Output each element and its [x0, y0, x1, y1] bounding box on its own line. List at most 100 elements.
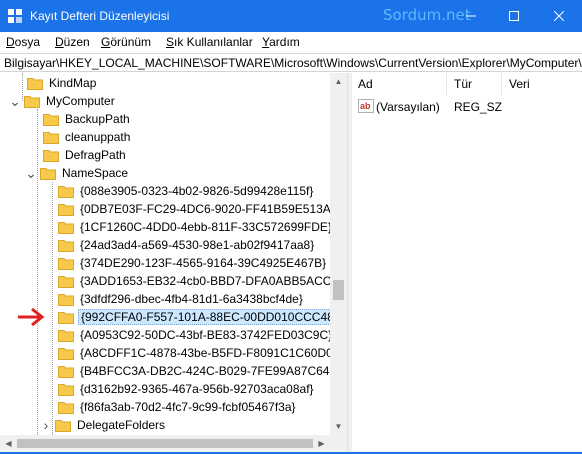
folder-icon [43, 131, 59, 144]
scroll-right-arrow-icon[interactable]: ▶ [313, 435, 330, 452]
folder-icon [24, 95, 40, 108]
folder-icon [58, 401, 74, 414]
scroll-thumb[interactable] [333, 280, 344, 300]
tree-item-label: {B4BFCC3A-DB2C-424C-B029-7FE99A87C641} [80, 364, 330, 378]
close-icon [554, 11, 564, 21]
svg-text:ab: ab [360, 101, 371, 111]
chevron-right-icon[interactable]: › [41, 418, 51, 432]
registry-editor-icon [8, 9, 22, 23]
tree-item[interactable]: ⌄ NameSpace [25, 164, 130, 182]
tree-item[interactable]: {088e3905-0323-4b02-9826-5d99428e115f} [58, 182, 315, 200]
tree-item[interactable]: {B4BFCC3A-DB2C-424C-B029-7FE99A87C641} [58, 362, 330, 380]
tree-item[interactable]: {1CF1260C-4DD0-4ebb-811F-33C572699FDE} [58, 218, 330, 236]
address-path: Bilgisayar\HKEY_LOCAL_MACHINE\SOFTWARE\M… [4, 56, 582, 70]
minimize-button[interactable] [448, 0, 494, 32]
tree-item-label: {A8CDFF1C-4878-43be-B5FD-F8091C1C60D0} [80, 346, 330, 360]
tree-item[interactable]: {992CFFA0-F557-101A-88EC-00DD010CCC48} [58, 308, 330, 326]
tree-item-label: NameSpace [62, 166, 129, 180]
tree-item[interactable]: {24ad3ad4-a569-4530-98e1-ab02f9417aa8} [58, 236, 316, 254]
folder-icon [58, 221, 74, 234]
close-button[interactable] [536, 0, 582, 32]
column-header-name[interactable]: Ad [352, 73, 447, 95]
menu-yardim[interactable]: Yardım [262, 35, 300, 49]
tree-horizontal-scrollbar[interactable]: ◀ ▶ [0, 435, 347, 452]
menu-bar: Dosya Düzen Görünüm Sık Kullanılanlar Ya… [0, 32, 582, 52]
scroll-left-arrow-icon[interactable]: ◀ [0, 435, 17, 452]
tree-item-label: BackupPath [65, 112, 130, 126]
column-header-data[interactable]: Veri [503, 73, 582, 95]
tree-item[interactable]: cleanuppath [43, 128, 132, 146]
folder-icon [58, 203, 74, 216]
red-arrow-pointer [18, 307, 45, 327]
tree-guide [52, 182, 53, 435]
tree-item-label: {992CFFA0-F557-101A-88EC-00DD010CCC48} [78, 309, 330, 325]
folder-icon [58, 329, 74, 342]
tree-item[interactable]: ⌄ MyComputer [9, 92, 117, 110]
tree-item[interactable]: {3dfdf296-dbec-4fb4-81d1-6a3438bcf4de} [58, 290, 305, 308]
folder-icon [58, 275, 74, 288]
tree-item-label: {1CF1260C-4DD0-4ebb-811F-33C572699FDE} [80, 220, 330, 234]
tree-item-label: {f86fa3ab-70d2-4fc7-9c99-fcbf05467f3a} [80, 400, 296, 414]
folder-icon [58, 257, 74, 270]
tree-item[interactable]: {d3162b92-9365-467a-956b-92703aca08af} [58, 380, 316, 398]
folder-icon [58, 311, 74, 324]
title-bar: Kayıt Defteri Düzenleyicisi Sordum.net [0, 0, 582, 32]
value-row[interactable]: ab (Varsayılan) REG_SZ [352, 98, 582, 116]
tree-item-label: {24ad3ad4-a569-4530-98e1-ab02f9417aa8} [80, 238, 315, 252]
tree-item[interactable]: KindMap [27, 74, 98, 92]
tree-item-label: DefragPath [65, 148, 126, 162]
tree-item-label: {0DB7E03F-FC29-4DC6-9020-FF41B59E513A} [80, 202, 330, 216]
address-bar[interactable]: Bilgisayar\HKEY_LOCAL_MACHINE\SOFTWARE\M… [0, 53, 582, 72]
folder-icon [55, 419, 71, 432]
folder-icon [43, 149, 59, 162]
tree-item-label: {3dfdf296-dbec-4fb4-81d1-6a3438bcf4de} [80, 292, 303, 306]
folder-icon [58, 293, 74, 306]
values-list[interactable]: Ad Tür Veri ab (Varsayılan) REG_SZ [352, 73, 582, 452]
tree-item-label: KindMap [49, 76, 97, 90]
tree-item-label: {088e3905-0323-4b02-9826-5d99428e115f} [80, 184, 314, 198]
value-type: REG_SZ [454, 100, 503, 114]
tree-item-label: MyComputer [46, 94, 115, 108]
scroll-up-arrow-icon[interactable]: ▲ [330, 73, 347, 90]
scroll-thumb-horizontal[interactable] [17, 439, 313, 448]
tree-vertical-scrollbar[interactable]: ▲ ▼ [330, 73, 347, 435]
string-value-icon: ab [358, 99, 374, 113]
tree-item-label: DelegateFolders [77, 418, 166, 432]
tree-item[interactable]: {0DB7E03F-FC29-4DC6-9020-FF41B59E513A} [58, 200, 330, 218]
maximize-icon [509, 11, 519, 21]
folder-icon [58, 383, 74, 396]
column-header-type[interactable]: Tür [448, 73, 502, 95]
menu-sik-kullanilanlar[interactable]: Sık Kullanılanlar [166, 35, 253, 49]
minimize-icon [466, 15, 476, 17]
window-title: Kayıt Defteri Düzenleyicisi [30, 9, 170, 23]
tree-item[interactable]: {A0953C92-50DC-43bf-BE83-3742FED03C9C} [58, 326, 330, 344]
tree-item[interactable]: › DelegateFolders [41, 416, 167, 434]
folder-icon [58, 365, 74, 378]
tree-item-label: {3ADD1653-EB32-4cb0-BBD7-DFA0ABB5ACCA} [80, 274, 330, 288]
menu-duzen[interactable]: Düzen [55, 35, 90, 49]
tree-item-label: {374DE290-123F-4565-9164-39C4925E467B} [80, 256, 327, 270]
maximize-button[interactable] [491, 0, 537, 32]
folder-icon [27, 77, 43, 90]
folder-icon [40, 167, 56, 180]
tree-item[interactable]: {A8CDFF1C-4878-43be-B5FD-F8091C1C60D0} [58, 344, 330, 362]
registry-tree[interactable]: KindMap ⌄ MyComputer BackupPath cleanuppath D… [0, 73, 330, 435]
menu-gorunum[interactable]: Görünüm [101, 35, 151, 49]
tree-item[interactable]: {374DE290-123F-4565-9164-39C4925E467B} [58, 254, 328, 272]
menu-dosya[interactable]: Dosya [6, 35, 40, 49]
tree-item[interactable]: {3ADD1653-EB32-4cb0-BBD7-DFA0ABB5ACCA} [58, 272, 330, 290]
value-name: (Varsayılan) [376, 100, 440, 114]
tree-item[interactable]: {f86fa3ab-70d2-4fc7-9c99-fcbf05467f3a} [58, 398, 298, 416]
tree-item-label: {d3162b92-9365-467a-956b-92703aca08af} [80, 382, 314, 396]
folder-icon [43, 113, 59, 126]
scroll-down-arrow-icon[interactable]: ▼ [330, 418, 347, 435]
tree-item[interactable]: DefragPath [43, 146, 128, 164]
folder-icon [58, 185, 74, 198]
folder-icon [58, 347, 74, 360]
chevron-down-icon[interactable]: ⌄ [9, 94, 21, 108]
tree-guide [37, 109, 38, 435]
tree-item-label: cleanuppath [65, 130, 131, 144]
tree-item[interactable]: BackupPath [43, 110, 132, 128]
folder-icon [58, 239, 74, 252]
chevron-down-icon[interactable]: ⌄ [25, 166, 37, 180]
